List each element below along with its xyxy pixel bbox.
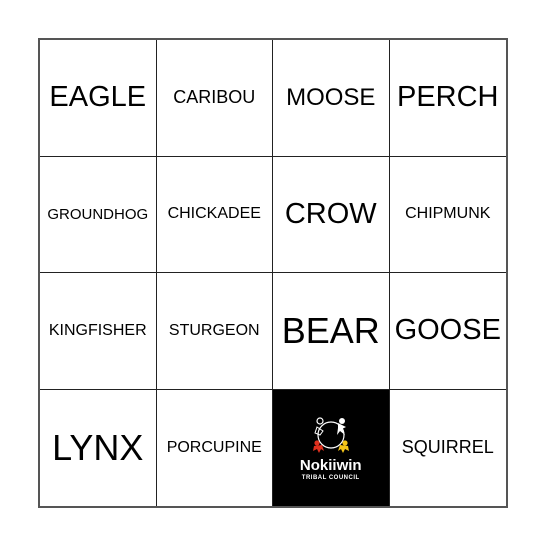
bingo-cell[interactable]: LYNX (40, 389, 157, 506)
bingo-cell[interactable]: KINGFISHER (40, 273, 157, 390)
bingo-cell[interactable]: EAGLE (40, 40, 157, 157)
bingo-cell[interactable]: CARIBOU (156, 40, 273, 157)
bingo-cell[interactable]: GOOSE (389, 273, 506, 390)
bingo-cell[interactable]: PERCH (389, 40, 506, 157)
bingo-cell[interactable]: CHICKADEE (156, 156, 273, 273)
bingo-cell[interactable]: PORCUPINE (157, 389, 273, 506)
bingo-cell[interactable]: GROUNDHOG (40, 156, 157, 273)
nokiiwin-logo-icon (312, 417, 349, 453)
bingo-cell[interactable]: MOOSE (273, 40, 390, 157)
bingo-cell[interactable]: STURGEON (156, 273, 273, 390)
free-space-logo[interactable]: Nokiiwin TRIBAL COUNCIL (273, 389, 390, 506)
bingo-cell[interactable]: SQUIRREL (390, 390, 507, 507)
bingo-cell[interactable]: CHIPMUNK (389, 157, 506, 273)
bingo-card: EAGLE CARIBOU MOOSE PERCH GROUNDHOG CHIC… (38, 38, 508, 508)
bingo-cell[interactable]: CROW (273, 156, 390, 273)
logo-name: Nokiiwin (299, 456, 362, 474)
logo-subtitle: TRIBAL COUNCIL (301, 474, 360, 481)
bingo-cell[interactable]: BEAR (273, 273, 390, 390)
